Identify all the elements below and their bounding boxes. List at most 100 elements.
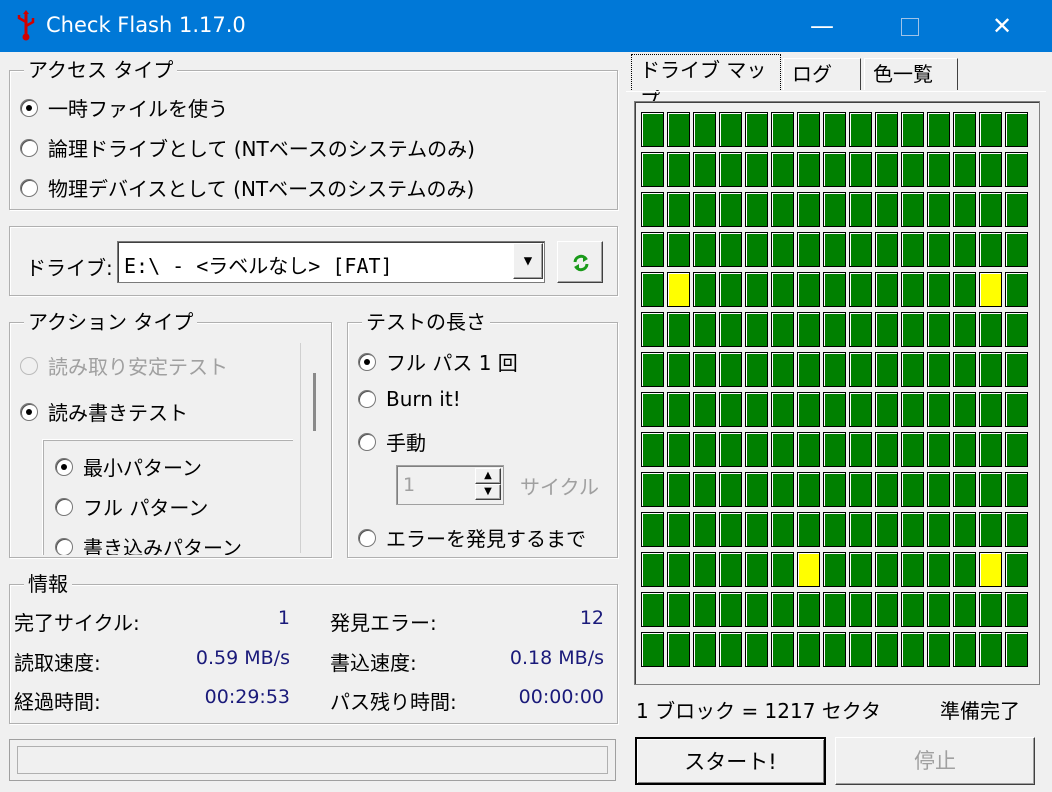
option-label: 手動: [386, 431, 426, 455]
stop-button[interactable]: 停止: [835, 737, 1035, 785]
cycles-input[interactable]: 1 ▲ ▼: [396, 465, 504, 505]
radio-button[interactable]: [20, 178, 38, 197]
title-bar[interactable]: Check Flash 1.17.0 — ✕: [0, 0, 1052, 52]
map-block-ok: [849, 192, 872, 227]
map-block-ok: [771, 232, 794, 267]
access-logical-drive-option[interactable]: 論理ドライブとして (NTベースのシステムのみ): [20, 133, 475, 162]
map-block-ok: [797, 112, 820, 147]
map-block-ok: [901, 512, 924, 547]
map-block-ok: [719, 512, 742, 547]
tab-log[interactable]: ログ: [783, 58, 861, 90]
map-block-ok: [901, 632, 924, 667]
scrollbar-thumb[interactable]: [313, 373, 316, 431]
map-block-ok: [823, 152, 846, 187]
map-block-ok: [641, 512, 664, 547]
pattern-full-option[interactable]: フル パターン: [55, 492, 208, 521]
map-block-ok: [641, 192, 664, 227]
option-label: 書き込みパターン: [83, 536, 242, 555]
map-block-ok: [719, 632, 742, 667]
completed-cycles-value: 1: [277, 607, 290, 629]
map-block-ok: [849, 592, 872, 627]
option-label: 最小パターン: [83, 456, 202, 480]
pattern-minimum-option[interactable]: 最小パターン: [55, 452, 202, 481]
spin-up-icon[interactable]: ▲: [475, 468, 501, 484]
map-block-ok: [745, 472, 768, 507]
drive-select-value: E:\ - <ラベルなし> [FAT]: [124, 254, 393, 278]
radio-button[interactable]: [55, 457, 73, 476]
length-full-pass-option[interactable]: フル パス 1 回: [358, 347, 518, 376]
length-manual-option[interactable]: 手動: [358, 427, 426, 456]
map-block-ok: [797, 272, 820, 307]
map-block-ok: [745, 392, 768, 427]
close-button[interactable]: ✕: [972, 0, 1032, 52]
access-temp-file-option[interactable]: 一時ファイルを使う: [20, 93, 228, 122]
map-block-ok: [693, 632, 716, 667]
map-block-ok: [901, 352, 924, 387]
radio-button[interactable]: [55, 537, 73, 555]
map-block-ok: [745, 592, 768, 627]
tab-color-legend[interactable]: 色一覧: [864, 58, 958, 90]
map-block-ok: [771, 592, 794, 627]
length-until-error-option[interactable]: エラーを発見するまで: [358, 523, 586, 552]
spin-down-icon[interactable]: ▼: [475, 484, 501, 500]
chevron-down-icon[interactable]: ▼: [513, 243, 543, 279]
access-physical-device-option[interactable]: 物理デバイスとして (NTベースのシステムのみ): [20, 173, 474, 202]
map-block-ok: [667, 512, 690, 547]
map-block-ok: [693, 192, 716, 227]
map-block-ok: [901, 432, 924, 467]
radio-button[interactable]: [358, 528, 376, 547]
map-block-ok: [927, 552, 950, 587]
radio-button[interactable]: [358, 390, 376, 408]
minimize-button[interactable]: —: [792, 0, 852, 52]
map-block-ok: [641, 232, 664, 267]
map-block-ok: [953, 512, 976, 547]
map-block-ok: [771, 352, 794, 387]
pattern-write-option[interactable]: 書き込みパターン: [55, 532, 242, 555]
map-block-ok: [719, 552, 742, 587]
map-block-ok: [953, 352, 976, 387]
map-block-ok: [979, 192, 1002, 227]
map-block-ok: [797, 592, 820, 627]
map-block-ok: [901, 312, 924, 347]
map-block-ok: [953, 152, 976, 187]
map-block-ok: [953, 112, 976, 147]
radio-button[interactable]: [55, 497, 73, 516]
map-block-ok: [1005, 312, 1028, 347]
map-block-ok: [771, 272, 794, 307]
map-block-ok: [1005, 392, 1028, 427]
length-burn-it-option[interactable]: Burn it!: [358, 387, 461, 411]
radio-button[interactable]: [20, 98, 38, 117]
action-read-write-option[interactable]: 読み書きテスト: [20, 397, 188, 426]
map-block-ok: [927, 352, 950, 387]
tab-drive-map[interactable]: ドライブ マップ: [631, 54, 781, 112]
radio-button[interactable]: [20, 138, 38, 157]
map-block-ok: [667, 472, 690, 507]
map-block-ok: [641, 552, 664, 587]
map-block-ok: [875, 392, 898, 427]
map-block-ok: [953, 632, 976, 667]
map-block-ok: [1005, 352, 1028, 387]
map-block-ok: [719, 352, 742, 387]
map-block-ok: [979, 512, 1002, 547]
scrollbar-track[interactable]: [300, 343, 301, 553]
map-block-ok: [641, 392, 664, 427]
map-block-ok: [771, 432, 794, 467]
refresh-button[interactable]: [557, 241, 603, 283]
refresh-icon: [573, 254, 589, 272]
map-block-ok: [979, 392, 1002, 427]
map-block-ok: [849, 472, 872, 507]
map-block-ok: [771, 552, 794, 587]
map-block-ok: [745, 552, 768, 587]
map-block-ok: [1005, 232, 1028, 267]
map-block-ok: [823, 112, 846, 147]
map-block-ok: [849, 392, 872, 427]
map-block-ok: [1005, 632, 1028, 667]
map-block-ok: [953, 232, 976, 267]
start-button[interactable]: スタート!: [635, 737, 826, 785]
map-block-ok: [979, 232, 1002, 267]
drive-select[interactable]: E:\ - <ラベルなし> [FAT] ▼: [117, 241, 545, 283]
radio-button[interactable]: [20, 402, 38, 421]
map-block-ok: [693, 112, 716, 147]
radio-button[interactable]: [358, 432, 376, 451]
radio-button[interactable]: [358, 352, 376, 371]
